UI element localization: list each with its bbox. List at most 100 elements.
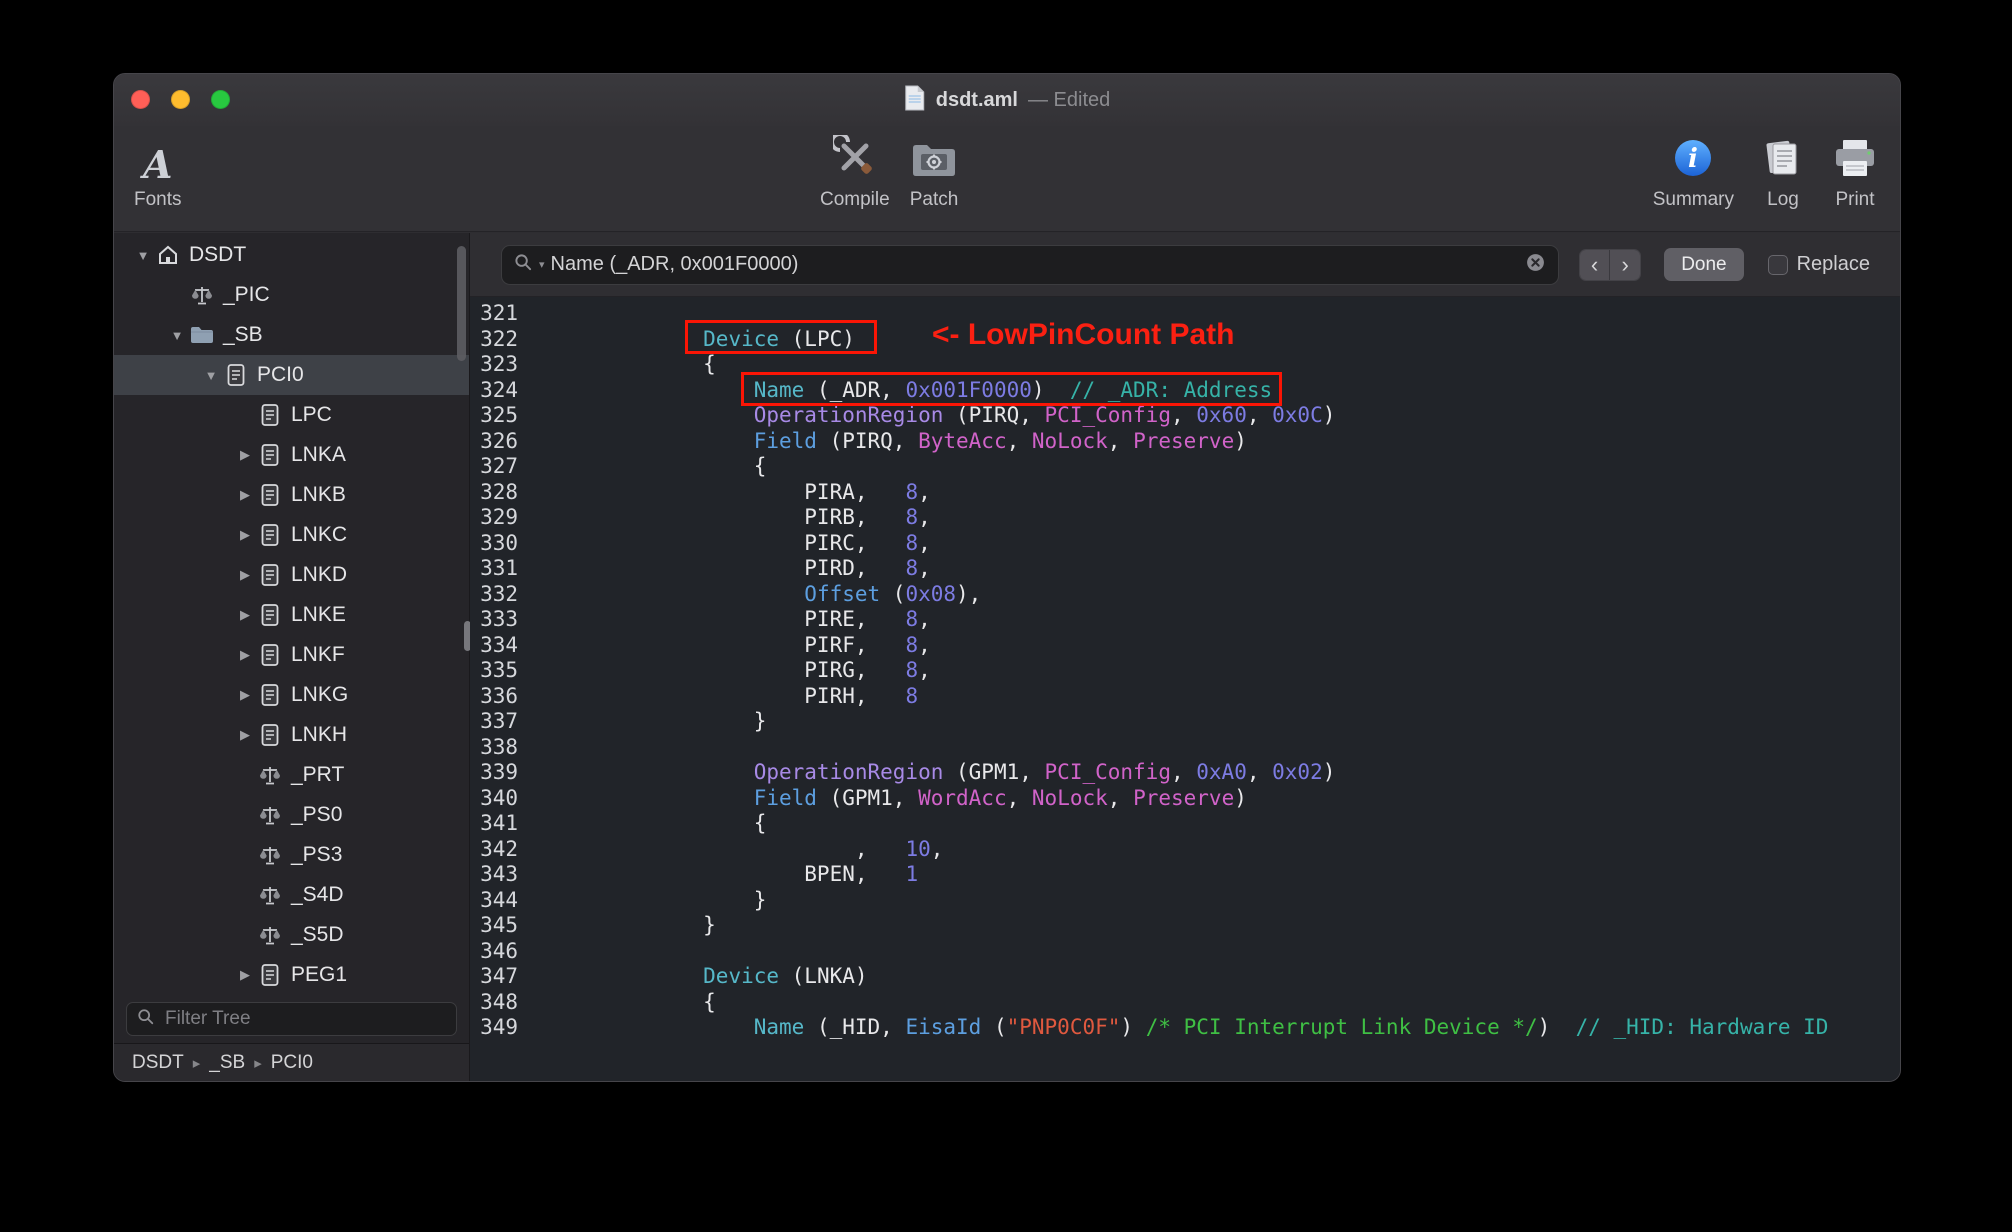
sidebar-scrollbar-thumb[interactable] [457, 246, 466, 361]
tree-item-label: PCI0 [257, 363, 304, 386]
search-menu-caret-icon[interactable]: ▾ [539, 258, 545, 271]
zoom-button[interactable] [211, 90, 230, 109]
tree-item-_SB[interactable]: ▼ _SB [114, 315, 469, 355]
code-line: 334 PIRF, 8, [470, 633, 1900, 659]
tree-item-label: LNKD [291, 563, 348, 586]
fonts-icon: A [143, 142, 173, 187]
sidebar-tree: ▼ DSDT _PIC ▼ _SB ▼ PCI0 LPC ▶ LNKA ▶ LNKB ▶ LNKC ▶ LNK… [114, 233, 469, 995]
code-editor[interactable]: 321 322 Device (LPC) 323 {324 Name (_ADR, … [470, 297, 1900, 1081]
line-text: Field (GPM1, WordAcc, NoLock, Preserve) [753, 785, 1247, 810]
tree-item-_PS0[interactable]: _PS0 [114, 795, 469, 835]
tree-item-LPC[interactable]: LPC [114, 395, 469, 435]
tree-item-LNKG[interactable]: ▶ LNKG [114, 675, 469, 715]
line-number: 349 [480, 1015, 518, 1039]
tree-item-label: _PS0 [291, 803, 343, 826]
line-number: 348 [480, 989, 518, 1014]
disclosure-triangle-icon[interactable]: ▶ [232, 447, 258, 463]
info-icon: i [1672, 137, 1714, 184]
patch-button[interactable]: Patch [910, 134, 958, 211]
line-text: } [602, 709, 767, 733]
code-line: 326 Field (PIRQ, ByteAcc, NoLock, Preser… [470, 429, 1900, 455]
disclosure-triangle-icon[interactable]: ▶ [232, 567, 258, 583]
code-line: 329 PIRB, 8, [470, 505, 1900, 531]
line-text: Offset (0x08), [804, 581, 982, 606]
code-line: 345 } [470, 913, 1900, 939]
tree-item-label: LNKC [291, 523, 348, 546]
breadcrumb-separator-icon: ▸ [192, 1054, 201, 1072]
tree-item-_PS3[interactable]: _PS3 [114, 835, 469, 875]
disclosure-triangle-icon[interactable]: ▶ [232, 647, 258, 663]
filter-tree-field[interactable] [126, 1002, 457, 1036]
code-line: 343 BPEN, 1 [470, 862, 1900, 888]
line-text: } [602, 913, 716, 937]
compile-label: Compile [820, 189, 890, 210]
tree-item-_S4D[interactable]: _S4D [114, 875, 469, 915]
replace-checkbox[interactable] [1767, 254, 1788, 275]
tree-item-LNKD[interactable]: ▶ LNKD [114, 555, 469, 595]
device-icon [258, 723, 282, 747]
filter-tree-input[interactable] [163, 1007, 446, 1031]
compile-button[interactable]: Compile [820, 132, 890, 211]
disclosure-triangle-icon[interactable]: ▶ [232, 967, 258, 983]
find-next-button[interactable]: › [1610, 249, 1641, 280]
disclosure-triangle-icon[interactable]: ▶ [232, 527, 258, 543]
minimize-button[interactable] [171, 90, 190, 109]
breadcrumb[interactable]: DSDT ▸ _SB ▸ PCI0 [114, 1043, 469, 1081]
disclosure-triangle-icon[interactable]: ▶ [232, 607, 258, 623]
tree-item-LNKB[interactable]: ▶ LNKB [114, 475, 469, 515]
tree-item-_S5D[interactable]: _S5D [114, 915, 469, 955]
breadcrumb-item-_SB[interactable]: _SB [209, 1052, 245, 1074]
code-line: 325 OperationRegion (PIRQ, PCI_Config, 0… [470, 403, 1900, 429]
tree-item-LNKC[interactable]: ▶ LNKC [114, 515, 469, 555]
line-number: 330 [480, 530, 518, 555]
line-text [518, 939, 602, 965]
device-icon [224, 363, 248, 387]
disclosure-triangle-icon[interactable]: ▶ [232, 487, 258, 503]
tree-item-_PIC[interactable]: _PIC [114, 275, 469, 315]
log-button[interactable]: Log [1762, 134, 1804, 211]
done-button[interactable]: Done [1664, 248, 1744, 281]
tree-item-label: DSDT [189, 243, 247, 266]
code-line: 344 } [470, 888, 1900, 914]
summary-button[interactable]: i Summary [1653, 134, 1734, 211]
tree-item-LNKE[interactable]: ▶ LNKE [114, 595, 469, 635]
highlight-box-device-lpc [685, 320, 877, 354]
tree-item-label: _S4D [291, 883, 344, 906]
method-icon [258, 803, 282, 827]
breadcrumb-item-DSDT[interactable]: DSDT [132, 1052, 184, 1074]
disclosure-triangle-icon[interactable]: ▼ [130, 248, 156, 263]
sidebar: ▼ DSDT _PIC ▼ _SB ▼ PCI0 LPC ▶ LNKA ▶ LNKB ▶ LNKC ▶ LNK… [114, 233, 470, 1081]
print-button[interactable]: Print [1832, 134, 1878, 211]
disclosure-triangle-icon[interactable]: ▶ [232, 687, 258, 703]
replace-toggle: Replace [1767, 253, 1870, 276]
device-icon [258, 403, 282, 427]
document-proxy-icon[interactable] [904, 85, 926, 116]
disclosure-triangle-icon[interactable]: ▼ [198, 368, 224, 383]
tree-item-PCI0[interactable]: ▼ PCI0 [114, 355, 469, 395]
code-line: 349 Name (_HID, EisaId ("PNP0C0F") /* PC… [470, 1015, 1900, 1041]
clear-search-icon[interactable] [1525, 252, 1546, 278]
find-previous-button[interactable]: ‹ [1580, 249, 1611, 280]
breadcrumb-item-PCI0[interactable]: PCI0 [271, 1052, 313, 1074]
device-icon [258, 643, 282, 667]
tree-item-_PRT[interactable]: _PRT [114, 755, 469, 795]
edited-indicator: — Edited [1027, 88, 1111, 111]
fonts-button[interactable]: A Fonts [134, 134, 182, 211]
line-text: PIRG, 8, [602, 658, 931, 682]
find-field[interactable]: ▾ Name (_ADR, 0x001F0000) [501, 244, 1559, 285]
titlebar[interactable]: dsdt.aml — Edited [114, 74, 1900, 126]
chevron-right-icon: › [1621, 251, 1629, 277]
device-icon [258, 523, 282, 547]
disclosure-triangle-icon[interactable]: ▶ [232, 727, 258, 743]
close-button[interactable] [131, 90, 150, 109]
code-line: 340 Field (GPM1, WordAcc, NoLock, Preser… [470, 786, 1900, 812]
line-text [518, 301, 602, 327]
search-icon [514, 253, 533, 277]
disclosure-triangle-icon[interactable]: ▼ [164, 328, 190, 343]
find-query-text[interactable]: Name (_ADR, 0x001F0000) [551, 253, 1519, 276]
tree-item-PEG1[interactable]: ▶ PEG1 [114, 955, 469, 995]
tree-item-LNKA[interactable]: ▶ LNKA [114, 435, 469, 475]
tree-item-LNKH[interactable]: ▶ LNKH [114, 715, 469, 755]
tree-item-DSDT[interactable]: ▼ DSDT [114, 235, 469, 275]
tree-item-LNKF[interactable]: ▶ LNKF [114, 635, 469, 675]
